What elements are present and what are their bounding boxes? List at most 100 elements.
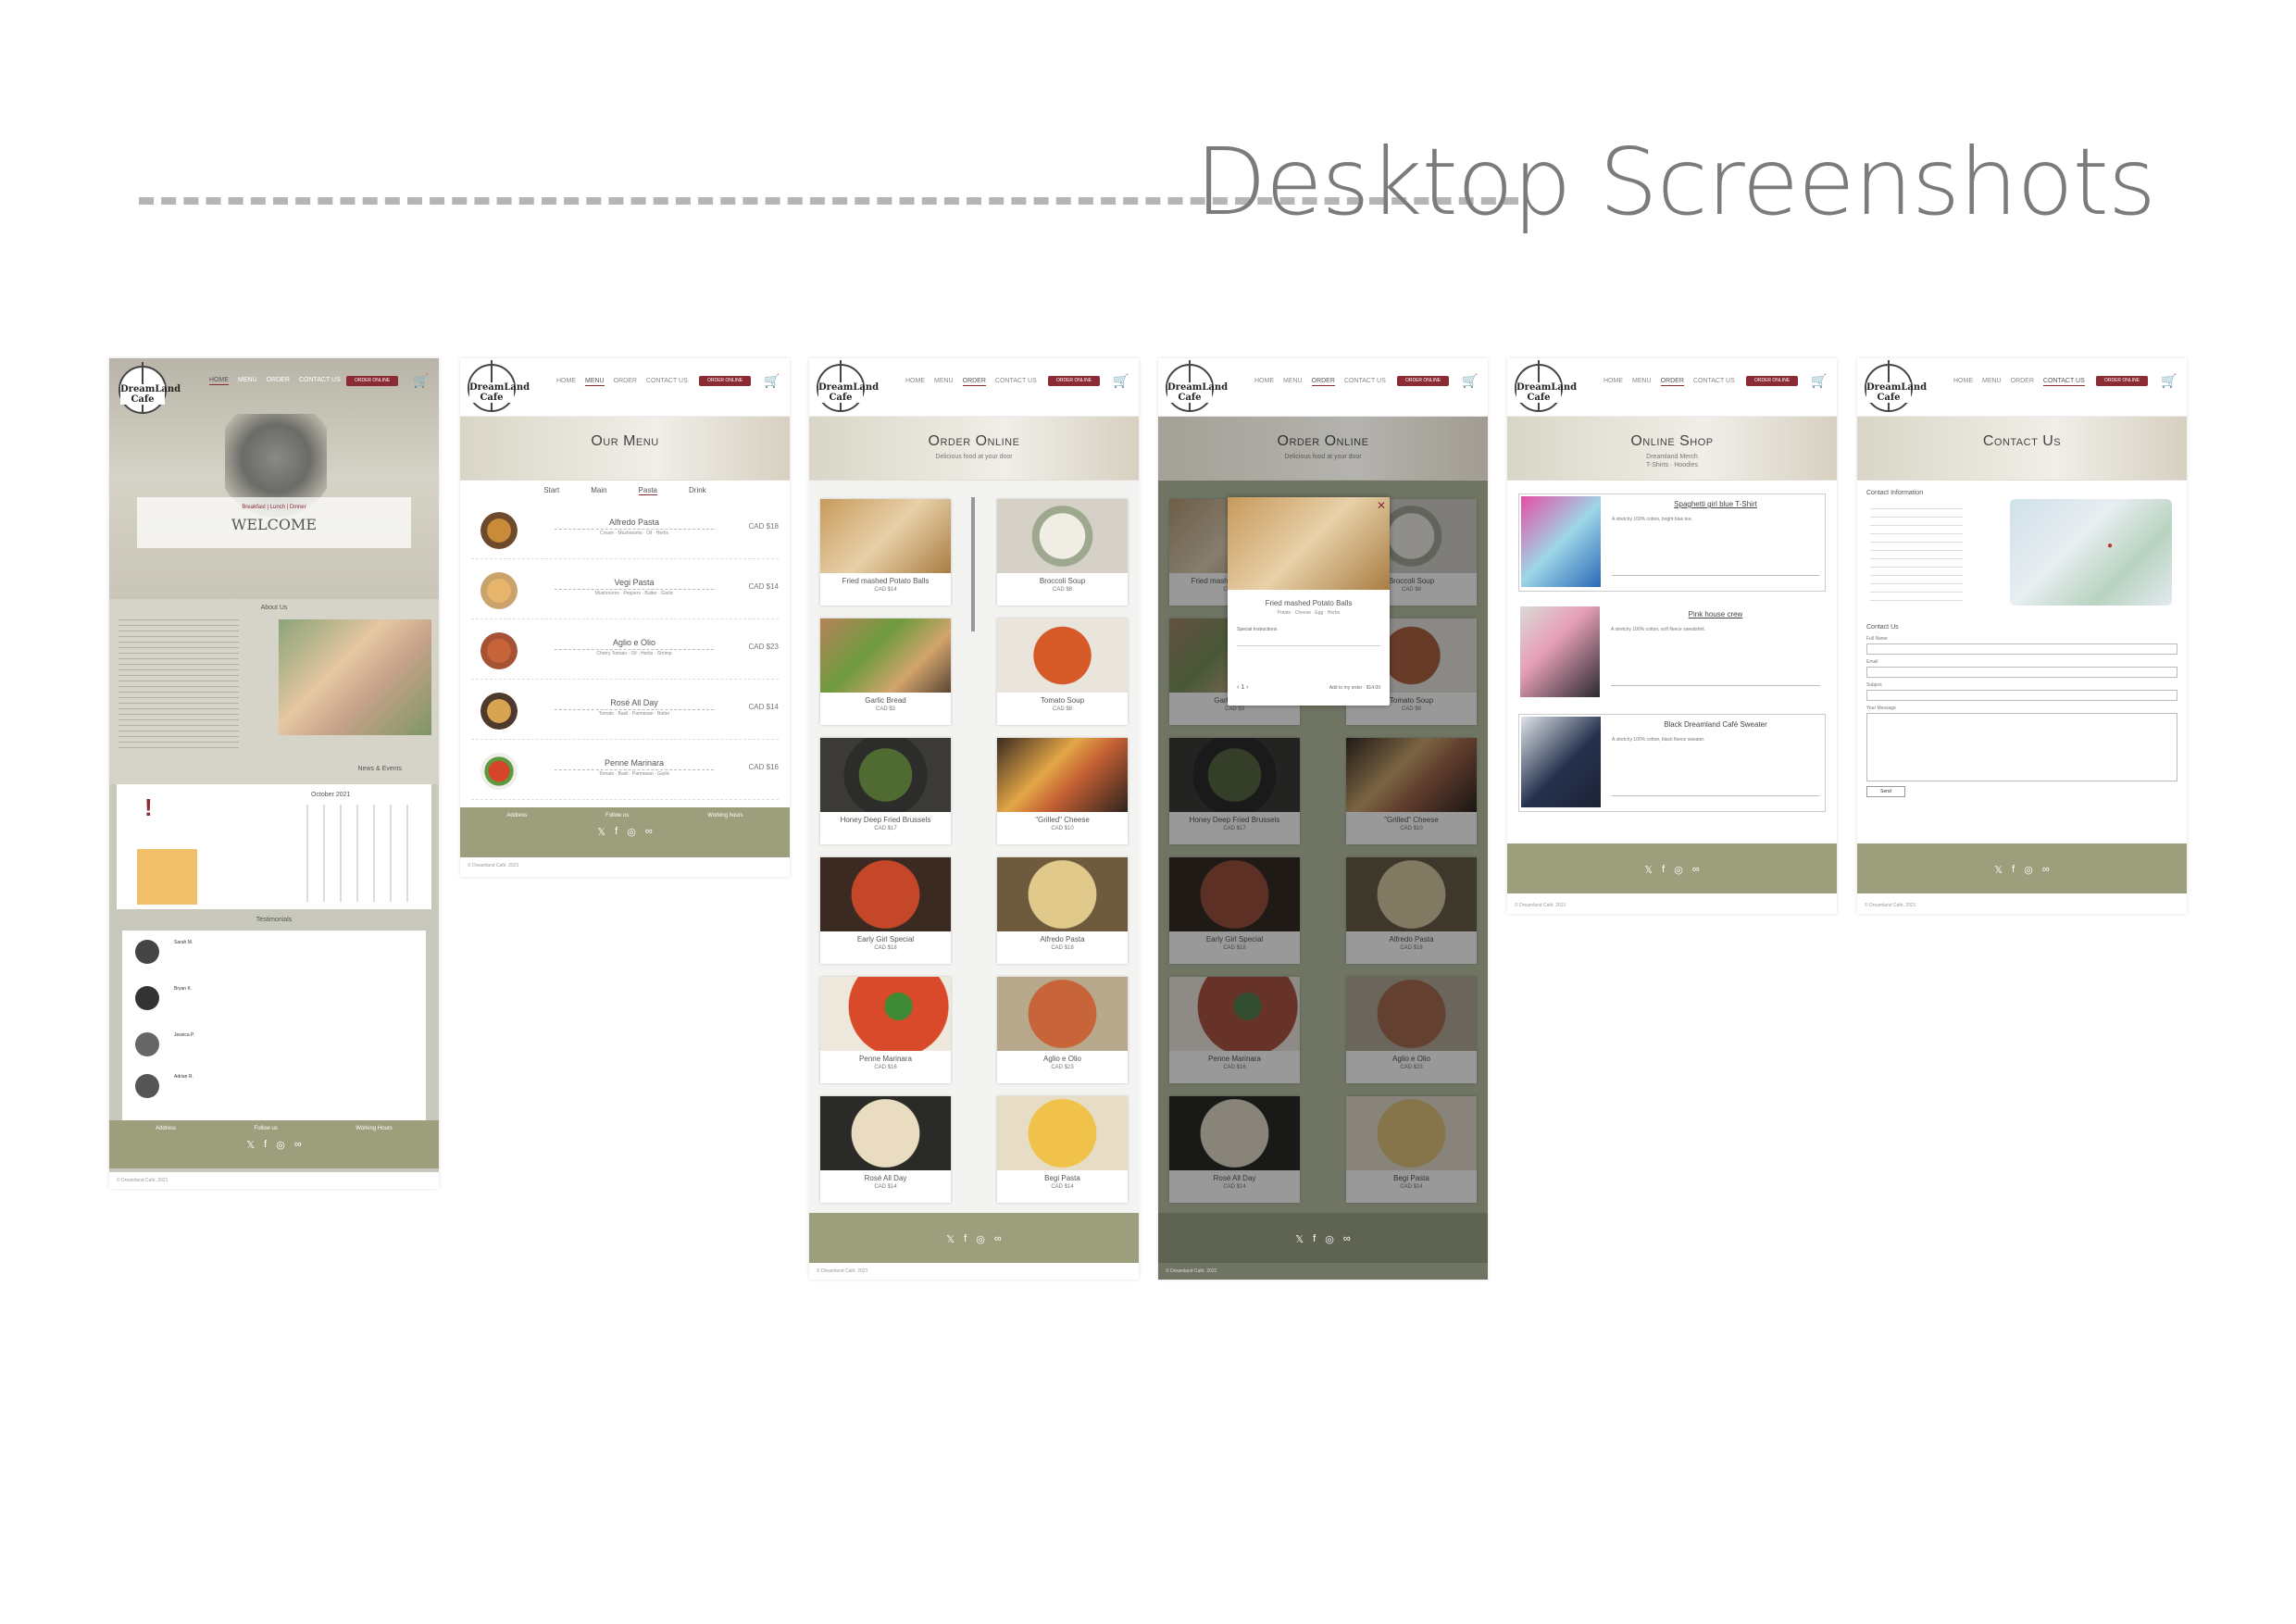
menu-item[interactable]: Vegi Pasta Mushrooms · Peppers · Butter ·…: [471, 559, 779, 619]
nav-order[interactable]: ORDER: [267, 377, 290, 385]
product-card[interactable]: Black Dreamland Café Sweater A stretchy 1…: [1518, 714, 1826, 812]
nav-contact[interactable]: CONTACT US: [646, 378, 688, 386]
logo[interactable]: DreamLand Cafe: [119, 362, 181, 414]
tripadvisor-icon: ∞: [1691, 864, 1700, 875]
tab-start[interactable]: Start: [543, 486, 559, 495]
banner-title: Our Menu: [591, 433, 659, 449]
cart-icon[interactable]: 🛒: [413, 374, 429, 387]
order-modal: ✕ Fried mashed Potato Balls Potato · Che…: [1228, 497, 1390, 706]
tab-main[interactable]: Main: [591, 486, 606, 495]
social-icons[interactable]: 𝕏f ◎ ∞: [1507, 843, 1837, 883]
food-card[interactable]: Early Girl Special CAD $18: [820, 857, 951, 964]
reviewer-name: Sarah M.: [174, 940, 193, 945]
reviewer-name: Bryan K.: [174, 986, 193, 992]
tab-pasta[interactable]: Pasta: [638, 486, 658, 495]
avatar: [135, 1074, 159, 1098]
food-card[interactable]: Garlic Bread CAD $3: [820, 618, 951, 725]
menu-item[interactable]: Alfredo Pasta Cream · Mushrooms · Oil · H…: [471, 499, 779, 559]
nav-menu[interactable]: MENU: [238, 377, 257, 385]
logo[interactable]: DreamLand Cafe: [817, 360, 879, 412]
nav-order[interactable]: ORDER: [1311, 378, 1335, 386]
nav-contact[interactable]: CONTACT US: [2042, 378, 2085, 386]
nav-contact[interactable]: CONTACT US: [995, 378, 1037, 386]
cart-icon[interactable]: 🛒: [1811, 374, 1827, 387]
map[interactable]: ●: [2010, 499, 2172, 606]
product-card[interactable]: Spaghetti girl blue T-Shirt A stretchy 10…: [1518, 493, 1826, 592]
quantity-stepper[interactable]: ‹ 1 ›: [1237, 684, 1248, 691]
nav-menu[interactable]: MENU: [585, 378, 605, 386]
social-icons[interactable]: 𝕏f ◎ ∞: [1158, 1213, 1488, 1253]
email-field[interactable]: [1866, 667, 2177, 678]
food-card[interactable]: Tomato Soup CAD $8: [997, 618, 1128, 725]
nav-order[interactable]: ORDER: [614, 378, 637, 386]
message-field[interactable]: [1866, 713, 2177, 781]
nav-home[interactable]: HOME: [1953, 378, 1973, 386]
order-online-button[interactable]: ORDER ONLINE: [2096, 376, 2148, 386]
menu-item[interactable]: Rosé All Day Tomato · Basil · Parmesan · …: [471, 680, 779, 740]
nav-home[interactable]: HOME: [905, 378, 925, 386]
logo[interactable]: DreamLand Cafe: [1515, 360, 1577, 412]
food-card[interactable]: Rosé All Day CAD $14: [820, 1096, 951, 1203]
nav-menu[interactable]: MENU: [1982, 378, 2002, 386]
footer: 𝕏f ◎ ∞: [1857, 843, 2187, 893]
twitter-icon: 𝕏: [946, 1234, 955, 1245]
product-card[interactable]: Pink house crew A stretchy 100% cotton, s…: [1518, 605, 1826, 701]
food-card[interactable]: Broccoli Soup CAD $8: [997, 499, 1128, 606]
nav-menu[interactable]: MENU: [1632, 378, 1652, 386]
order-online-button[interactable]: ORDER ONLINE: [346, 376, 398, 386]
food-card[interactable]: Penne Marinara CAD $16: [820, 977, 951, 1083]
social-icons[interactable]: 𝕏f ◎ ∞: [809, 1213, 1139, 1253]
nav-home[interactable]: HOME: [209, 377, 229, 385]
logo[interactable]: DreamLand Cafe: [1166, 360, 1228, 412]
name-field[interactable]: [1866, 643, 2177, 655]
send-button[interactable]: Send: [1866, 786, 1905, 797]
calendar-grid[interactable]: [306, 805, 422, 902]
order-screenshot: DreamLand Cafe HOME MENU ORDER CONTACT US O…: [809, 358, 1139, 1280]
product-image: [1521, 496, 1601, 587]
product-image: [1520, 606, 1600, 697]
food-card[interactable]: Fried mashed Potato Balls CAD $14: [820, 499, 951, 606]
order-online-button[interactable]: ORDER ONLINE: [1048, 376, 1100, 386]
nav-order[interactable]: ORDER: [962, 378, 986, 386]
social-icons[interactable]: 𝕏f ◎ ∞: [460, 818, 790, 845]
logo[interactable]: DreamLand Cafe: [468, 360, 530, 412]
nav-home[interactable]: HOME: [556, 378, 576, 386]
order-online-button[interactable]: ORDER ONLINE: [1746, 376, 1798, 386]
contact-banner: Contact Us: [1857, 417, 2187, 481]
nav-contact[interactable]: CONTACT US: [1344, 378, 1386, 386]
navbar: DreamLand Cafe HOME MENU ORDER CONTACT US O…: [1158, 358, 1488, 417]
logo[interactable]: DreamLand Cafe: [1865, 360, 1927, 412]
add-to-order-button[interactable]: Add to my order · $14.00: [1329, 685, 1380, 691]
nav-contact[interactable]: CONTACT US: [1693, 378, 1735, 386]
nav-home[interactable]: HOME: [1603, 378, 1623, 386]
cart-icon[interactable]: 🛒: [1462, 374, 1478, 387]
nav-menu[interactable]: MENU: [1283, 378, 1303, 386]
scrollbar[interactable]: [971, 497, 975, 631]
nav-order[interactable]: ORDER: [1660, 378, 1684, 386]
instructions-input[interactable]: [1237, 634, 1380, 646]
tab-drink[interactable]: Drink: [689, 486, 706, 495]
nav-contact[interactable]: CONTACT US: [299, 377, 341, 385]
nav-home[interactable]: HOME: [1254, 378, 1274, 386]
social-icons[interactable]: 𝕏f ◎ ∞: [1857, 843, 2187, 883]
nav-menu[interactable]: MENU: [934, 378, 954, 386]
order-online-button[interactable]: ORDER ONLINE: [699, 376, 751, 386]
food-card[interactable]: Begi Pasta CAD $14: [997, 1096, 1128, 1203]
cart-icon[interactable]: 🛒: [1113, 374, 1129, 387]
food-card[interactable]: Alfredo Pasta CAD $18: [997, 857, 1128, 964]
tripadvisor-icon: ∞: [1342, 1233, 1351, 1244]
order-banner: Order Online Delicious food at your door: [809, 417, 1139, 481]
cart-icon[interactable]: 🛒: [2161, 374, 2177, 387]
social-icons[interactable]: 𝕏f ◎ ∞: [109, 1131, 439, 1158]
menu-item[interactable]: Aglio e Olio Cherry Tomato · Oil · Herbs …: [471, 619, 779, 680]
facebook-icon: f: [2012, 864, 2015, 875]
order-online-button[interactable]: ORDER ONLINE: [1397, 376, 1449, 386]
nav-order[interactable]: ORDER: [2011, 378, 2034, 386]
food-card[interactable]: "Grilled" Cheese CAD $10: [997, 738, 1128, 844]
cart-icon[interactable]: 🛒: [764, 374, 780, 387]
food-card[interactable]: Honey Deep Fried Brussels CAD $17: [820, 738, 951, 844]
food-card[interactable]: Aglio e Olio CAD $23: [997, 977, 1128, 1083]
subject-field[interactable]: [1866, 690, 2177, 701]
close-icon[interactable]: ✕: [1377, 499, 1386, 512]
menu-item[interactable]: Penne Marinara Tomato · Basil · Parmesan …: [471, 740, 779, 800]
